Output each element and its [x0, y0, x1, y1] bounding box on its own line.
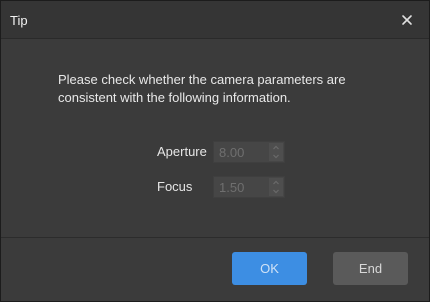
end-button[interactable]: End — [333, 252, 408, 285]
aperture-spinbox[interactable] — [213, 141, 285, 163]
aperture-label: Aperture — [157, 144, 207, 159]
ok-button[interactable]: OK — [232, 252, 307, 285]
focus-spinbox[interactable] — [213, 176, 285, 198]
dialog-titlebar[interactable]: Tip — [1, 1, 429, 39]
focus-input[interactable] — [214, 177, 269, 197]
close-icon[interactable] — [399, 12, 415, 28]
focus-stepper[interactable] — [269, 178, 283, 196]
aperture-input[interactable] — [214, 142, 269, 162]
aperture-stepper[interactable] — [269, 143, 283, 161]
chevron-down-icon[interactable] — [269, 187, 283, 196]
chevron-up-icon[interactable] — [269, 143, 283, 152]
focus-label: Focus — [157, 179, 193, 194]
focus-row: Focus — [157, 176, 287, 198]
tip-dialog: Tip Please check whether the camera para… — [0, 0, 430, 302]
aperture-row: Aperture — [157, 141, 287, 163]
chevron-up-icon[interactable] — [269, 178, 283, 187]
dialog-title: Tip — [10, 13, 28, 28]
chevron-down-icon[interactable] — [269, 152, 283, 161]
dialog-message: Please check whether the camera paramete… — [58, 72, 346, 105]
footer-divider — [1, 237, 429, 238]
